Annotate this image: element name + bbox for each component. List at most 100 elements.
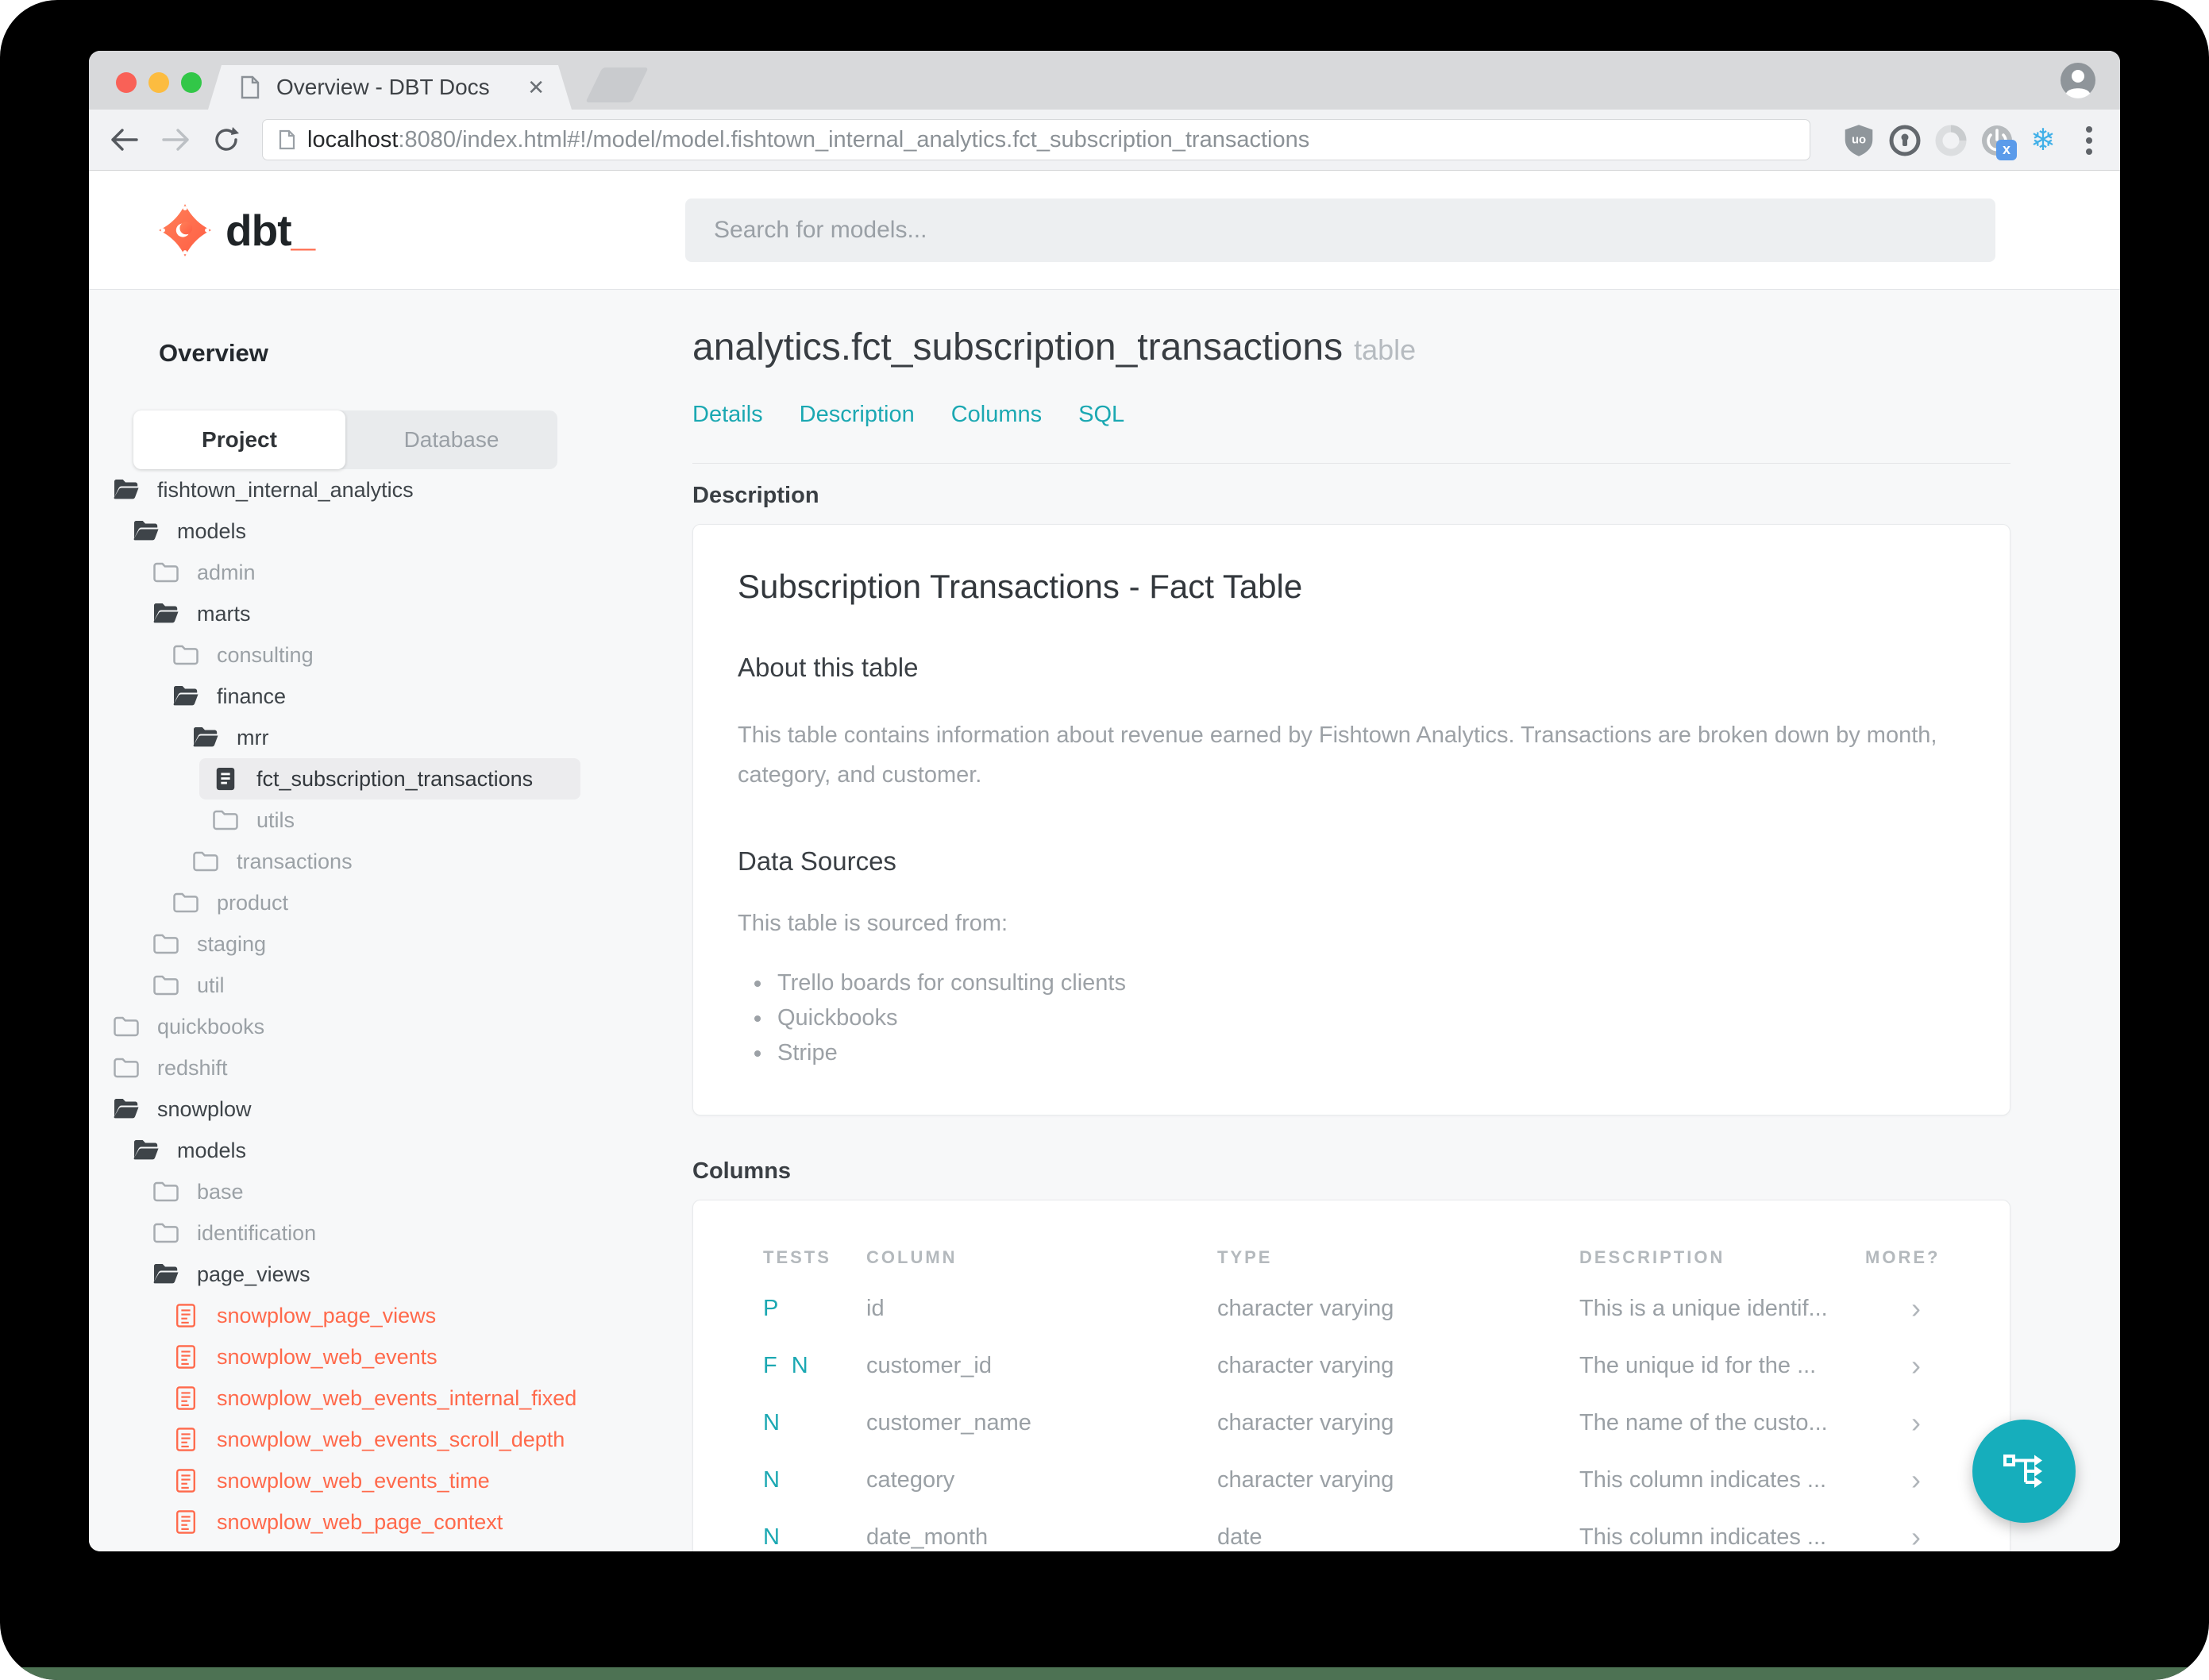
model-nav-link[interactable]: SQL bbox=[1078, 402, 1124, 428]
cell-tests[interactable]: F N bbox=[763, 1353, 866, 1379]
row-expand-chevron-icon[interactable]: › bbox=[1865, 1349, 1940, 1382]
row-expand-chevron-icon[interactable]: › bbox=[1865, 1292, 1940, 1325]
tree-item-label: snowplow bbox=[157, 1096, 252, 1121]
cell-description: The name of the custo... bbox=[1579, 1409, 1828, 1435]
lineage-graph-button[interactable] bbox=[1972, 1420, 2076, 1523]
folder-icon bbox=[173, 645, 199, 665]
model-search[interactable] bbox=[685, 198, 1995, 262]
folder-open-icon bbox=[133, 1140, 159, 1160]
tree-item[interactable]: redshift bbox=[89, 1047, 692, 1089]
tab-close-icon[interactable]: ✕ bbox=[527, 75, 545, 100]
tree-item[interactable]: fct_subscription_transactions bbox=[89, 758, 692, 800]
tree-item[interactable]: consulting bbox=[89, 634, 692, 676]
model-nav-link[interactable]: Columns bbox=[951, 402, 1042, 428]
tree-item[interactable]: models bbox=[89, 511, 692, 552]
cell-column-name: id bbox=[866, 1295, 885, 1321]
tree-item[interactable]: utils bbox=[89, 800, 692, 841]
forward-button[interactable] bbox=[157, 121, 194, 158]
extension-icons: uo x ❄ bbox=[1841, 110, 2107, 171]
row-expand-chevron-icon[interactable]: › bbox=[1865, 1463, 1940, 1497]
columns-table-body: P id character varying This is a unique … bbox=[693, 1280, 2010, 1551]
tree-item[interactable]: snowplow_page_views bbox=[89, 1295, 692, 1336]
table-row[interactable]: N date_month date This column indicates … bbox=[693, 1509, 2010, 1551]
browser-profile-avatar[interactable] bbox=[2060, 62, 2096, 98]
tree-item-label: page_views bbox=[197, 1262, 310, 1286]
tree-item-label: utils bbox=[256, 807, 295, 832]
tree-item[interactable]: snowplow bbox=[89, 1089, 692, 1130]
tree-item[interactable]: fishtown_internal_analytics bbox=[89, 469, 692, 511]
cell-tests[interactable]: N bbox=[763, 1467, 866, 1493]
folder-icon bbox=[213, 810, 238, 830]
model-nav-link[interactable]: Description bbox=[800, 402, 915, 428]
sidebar-overview-link[interactable]: Overview bbox=[159, 337, 692, 369]
tree-item[interactable]: quickbooks bbox=[89, 1006, 692, 1047]
reload-icon bbox=[215, 127, 239, 151]
reload-button[interactable] bbox=[208, 121, 245, 158]
tree-item[interactable]: snowplow_web_events_scroll_depth bbox=[89, 1419, 692, 1460]
tree-item[interactable]: mrr bbox=[89, 717, 692, 758]
zoom-window-button[interactable] bbox=[181, 72, 202, 93]
toggle-project[interactable]: Project bbox=[133, 410, 345, 469]
table-row[interactable]: N category character varying This column… bbox=[693, 1451, 2010, 1509]
tree-item[interactable]: page_views bbox=[89, 1254, 692, 1295]
tree-item[interactable]: snowplow_web_events_internal_fixed bbox=[89, 1378, 692, 1419]
tree-item[interactable]: transactions bbox=[89, 841, 692, 882]
tree-item[interactable]: admin bbox=[89, 552, 692, 593]
folder-open-icon bbox=[153, 1264, 179, 1284]
extension-disc-icon[interactable] bbox=[1933, 122, 1969, 159]
tree-item[interactable]: util bbox=[89, 965, 692, 1006]
browser-menu-icon[interactable] bbox=[2071, 122, 2107, 159]
browser-tab[interactable]: Overview - DBT Docs ✕ bbox=[208, 65, 572, 110]
folder-open-icon bbox=[173, 686, 199, 706]
tree-item-label: finance bbox=[217, 684, 287, 708]
dbt-logo[interactable]: dbt _ bbox=[159, 203, 315, 256]
cell-tests[interactable]: N bbox=[763, 1524, 866, 1551]
dbt-app-header: dbt _ bbox=[89, 171, 2120, 290]
ublock-origin-icon[interactable]: uo bbox=[1841, 122, 1877, 159]
url-host: localhost bbox=[307, 126, 399, 152]
tree-item[interactable]: staging bbox=[89, 923, 692, 965]
tree-item-label: snowplow_web_events bbox=[217, 1344, 438, 1369]
tree-item[interactable]: snowplow_web_page_context bbox=[89, 1501, 692, 1543]
power-toggle-icon[interactable]: x bbox=[1979, 122, 2017, 160]
tree-item[interactable]: models bbox=[89, 1130, 692, 1171]
url-bar[interactable]: localhost:8080/index.html#!/model/model.… bbox=[262, 119, 1810, 160]
row-expand-chevron-icon[interactable]: › bbox=[1865, 1406, 1940, 1439]
toggle-database[interactable]: Database bbox=[345, 410, 557, 469]
header-column: COLUMN bbox=[866, 1247, 958, 1267]
tree-item[interactable]: snowplow_web_events bbox=[89, 1336, 692, 1378]
tree-item-label: staging bbox=[197, 931, 267, 956]
model-nav-link[interactable]: Details bbox=[692, 402, 763, 428]
cell-tests[interactable]: N bbox=[763, 1410, 866, 1436]
tab-title: Overview - DBT Docs bbox=[276, 75, 490, 99]
browser-toolbar: localhost:8080/index.html#!/model/model.… bbox=[89, 110, 2120, 171]
tree-item[interactable]: marts bbox=[89, 593, 692, 634]
close-window-button[interactable] bbox=[116, 72, 137, 93]
minimize-window-button[interactable] bbox=[148, 72, 169, 93]
cell-type: date bbox=[1217, 1524, 1263, 1550]
tree-item[interactable]: finance bbox=[89, 676, 692, 717]
tree-item[interactable]: identification bbox=[89, 1212, 692, 1254]
tree-item[interactable]: base bbox=[89, 1171, 692, 1212]
tree-item[interactable]: snowplow_web_events_time bbox=[89, 1460, 692, 1501]
table-row[interactable]: P id character varying This is a unique … bbox=[693, 1280, 2010, 1337]
new-tab-button[interactable] bbox=[585, 67, 649, 102]
header-type: TYPE bbox=[1217, 1247, 1273, 1267]
tree-item[interactable]: product bbox=[89, 882, 692, 923]
row-expand-chevron-icon[interactable]: › bbox=[1865, 1520, 1940, 1551]
table-row[interactable]: N customer_name character varying The na… bbox=[693, 1394, 2010, 1451]
tree-item-label: snowplow_web_events_internal_fixed bbox=[217, 1385, 577, 1410]
back-button[interactable] bbox=[106, 121, 143, 158]
tree-item-label: transactions bbox=[237, 849, 353, 873]
table-row[interactable]: F N customer_id character varying The un… bbox=[693, 1337, 2010, 1394]
folder-open-icon bbox=[114, 480, 139, 499]
snowflake-icon[interactable]: ❄ bbox=[2025, 122, 2061, 159]
cell-type: character varying bbox=[1217, 1352, 1394, 1378]
browser-tab-strip: Overview - DBT Docs ✕ bbox=[89, 51, 2120, 110]
tree-item-label: snowplow_web_events_scroll_depth bbox=[217, 1427, 565, 1451]
cell-description: This column indicates ... bbox=[1579, 1466, 1827, 1493]
onepassword-icon[interactable] bbox=[1887, 122, 1923, 159]
search-input[interactable] bbox=[714, 217, 1967, 244]
cell-tests[interactable]: P bbox=[763, 1296, 866, 1322]
folder-icon bbox=[173, 892, 199, 913]
